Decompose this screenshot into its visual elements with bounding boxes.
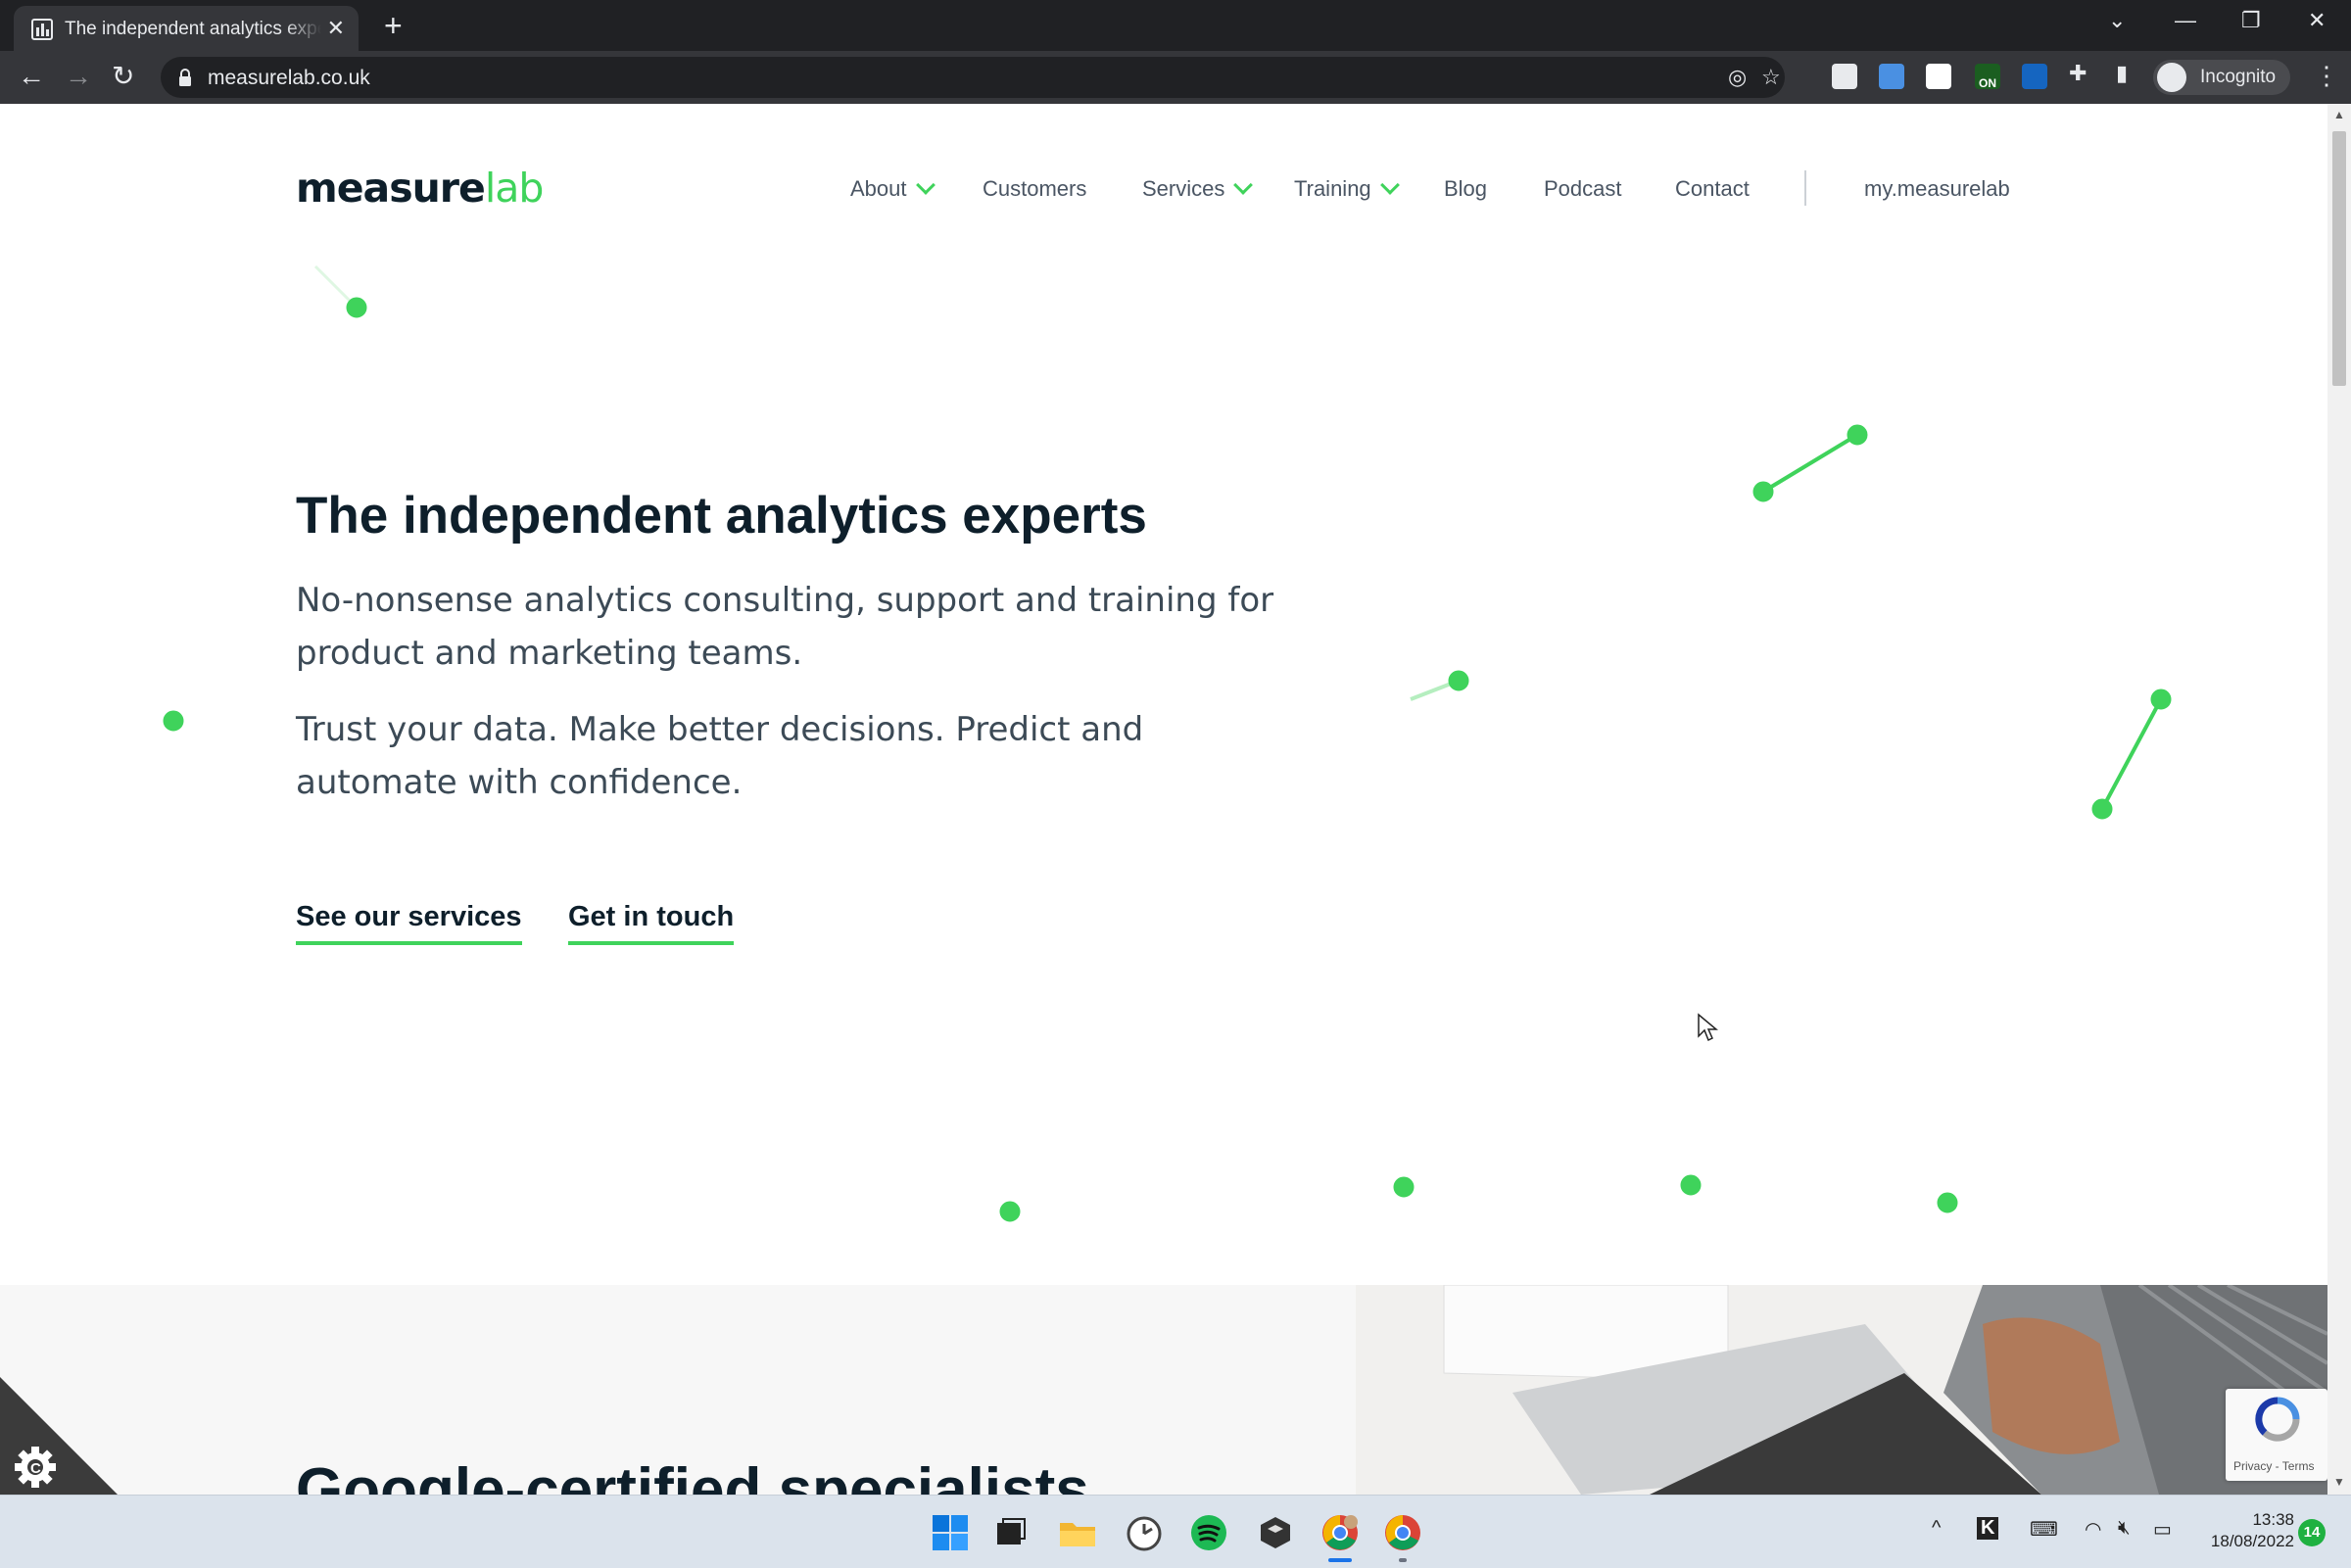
web-page: measurelab About Customers Services Trai… [0,104,2327,1495]
nav-item-blog[interactable]: Blog [1444,176,1487,202]
volume-muted-icon[interactable]: 🔇︎ [2118,1517,2131,1540]
battery-icon[interactable]: ▭ [2153,1517,2172,1542]
extension-bars-icon[interactable] [2022,64,2047,89]
get-in-touch-button[interactable]: Get in touch [568,901,735,945]
nav-item-label: Customers [983,176,1087,201]
active-app-indicator [1328,1558,1352,1562]
notification-count-badge[interactable]: 14 [2298,1519,2326,1546]
nav-item-label: Contact [1675,176,1750,201]
window-close-icon[interactable]: ✕ [2308,8,2326,33]
tray-app-k-icon[interactable]: K [1977,1517,1999,1540]
profile-label: Incognito [2200,67,2277,87]
svg-text:C: C [30,1460,41,1477]
hero-title: The independent analytics experts [296,487,1147,545]
chevron-down-icon [1233,175,1254,195]
logo-lab: lab [484,165,545,212]
nav-item-label: Blog [1444,176,1488,201]
clock-date: 18/08/2022 [2210,1532,2294,1550]
nav-item-about[interactable]: About [850,175,936,202]
clock-app-icon[interactable] [1125,1513,1164,1552]
hero-text-2: Trust your data. Make better decisions. … [296,710,1144,802]
nav-item-label: Podcast [1544,176,1622,201]
scroll-thumb[interactable] [2332,131,2346,386]
running-app-indicator [1399,1558,1407,1562]
forward-icon[interactable]: → [65,61,92,92]
analytics-favicon-icon [31,19,53,40]
scroll-up-icon[interactable]: ▲ [2333,108,2345,121]
tab-search-icon[interactable]: ⌄ [2108,8,2126,33]
url-text[interactable]: measurelab.co.uk [208,67,370,90]
nav-item-label: Training [1294,176,1371,201]
lock-icon [179,69,191,86]
show-hidden-icons-icon[interactable]: ^ [1932,1517,1941,1540]
back-icon[interactable]: ← [18,61,45,92]
tab-title: The independent analytics experts [65,19,321,39]
spotify-icon[interactable] [1189,1513,1228,1552]
taskbar-clock[interactable]: 13:38 18/08/2022 [2196,1509,2294,1552]
chrome-menu-icon[interactable]: ⋮ [2314,63,2339,88]
scroll-down-icon[interactable]: ▼ [2333,1475,2345,1489]
mouse-cursor-icon [1698,1013,1718,1042]
extension-snowflake-icon[interactable] [1926,64,1951,89]
extension-blue-icon[interactable] [1879,64,1904,89]
page-scrollbar[interactable]: ▲ ▼ [2327,104,2351,1495]
tab-close-icon[interactable]: ✕ [327,18,345,39]
hero-text-1: No-nonsense analytics consulting, suppor… [296,581,1274,673]
nav-item-my-measurelab[interactable]: my.measurelab [1864,176,2010,202]
nav-item-training[interactable]: Training [1294,175,1400,202]
side-panel-icon[interactable]: ▮ [2116,63,2128,84]
laptop-photo [1356,1285,2327,1495]
extension-tag-icon[interactable] [1832,64,1857,89]
extension-on-badge-icon[interactable]: ON [1975,64,2000,90]
file-explorer-icon[interactable] [1058,1513,1097,1552]
nav-item-customers[interactable]: Customers [983,176,1086,202]
wifi-icon[interactable]: ◠ [2085,1517,2101,1542]
task-view-icon[interactable] [991,1513,1031,1552]
browser-toolbar: ← → ↻ measurelab.co.uk ◎ ☆ ON ✚ ▮ Incogn… [0,51,2351,104]
app-box-icon[interactable] [1256,1513,1295,1552]
tracking-blocked-eye-icon[interactable]: ◎ [1728,67,1747,88]
extensions-puzzle-icon[interactable]: ✚ [2069,63,2087,84]
bookmark-star-icon[interactable]: ☆ [1761,67,1781,88]
nav-divider [1804,170,1806,206]
browser-tab[interactable]: The independent analytics experts ✕ [14,6,359,51]
nav-item-podcast[interactable]: Podcast [1544,176,1622,202]
nav-item-label: About [850,176,907,201]
restore-icon[interactable]: ❐ [2241,8,2261,33]
keyboard-icon[interactable]: ⌨ [2030,1517,2058,1542]
chrome-profile-icon[interactable] [1320,1513,1360,1552]
logo-measure: measure [296,165,486,212]
chrome-icon[interactable] [1383,1513,1422,1552]
section-title: Google-certified specialists [296,1456,1089,1495]
cookie-settings-button[interactable]: C [0,1377,118,1495]
nav-item-label: Services [1142,176,1225,201]
windows-taskbar: ^ K ⌨ ◠ 🔇︎ ▭ 13:38 18/08/2022 14 [0,1495,2351,1568]
incognito-profile-button[interactable]: Incognito [2153,60,2290,95]
nav-item-label: my.measurelab [1864,176,2010,201]
see-services-button[interactable]: See our services [296,901,522,945]
extension-badge-label: ON [1979,76,1996,90]
browser-tab-bar: The independent analytics experts ✕ + ⌄ … [0,0,2351,51]
recaptcha-icon [2255,1397,2300,1442]
nav-item-contact[interactable]: Contact [1675,176,1750,202]
nav-item-services[interactable]: Services [1142,175,1254,202]
reload-icon[interactable]: ↻ [112,61,134,92]
minimize-icon[interactable]: — [2175,8,2196,33]
incognito-icon [2157,63,2186,92]
measurelab-logo[interactable]: measurelab [296,165,545,212]
new-tab-button[interactable]: + [384,10,403,41]
recaptcha-links[interactable]: Privacy - Terms [2233,1459,2314,1473]
chevron-down-icon [1379,175,1400,195]
windows-start-icon[interactable] [931,1513,970,1552]
chevron-down-icon [915,175,936,195]
recaptcha-badge[interactable]: Privacy - Terms [2226,1389,2327,1481]
clock-time: 13:38 [2252,1510,2294,1529]
address-bar[interactable]: measurelab.co.uk ◎ ☆ [161,57,1785,98]
